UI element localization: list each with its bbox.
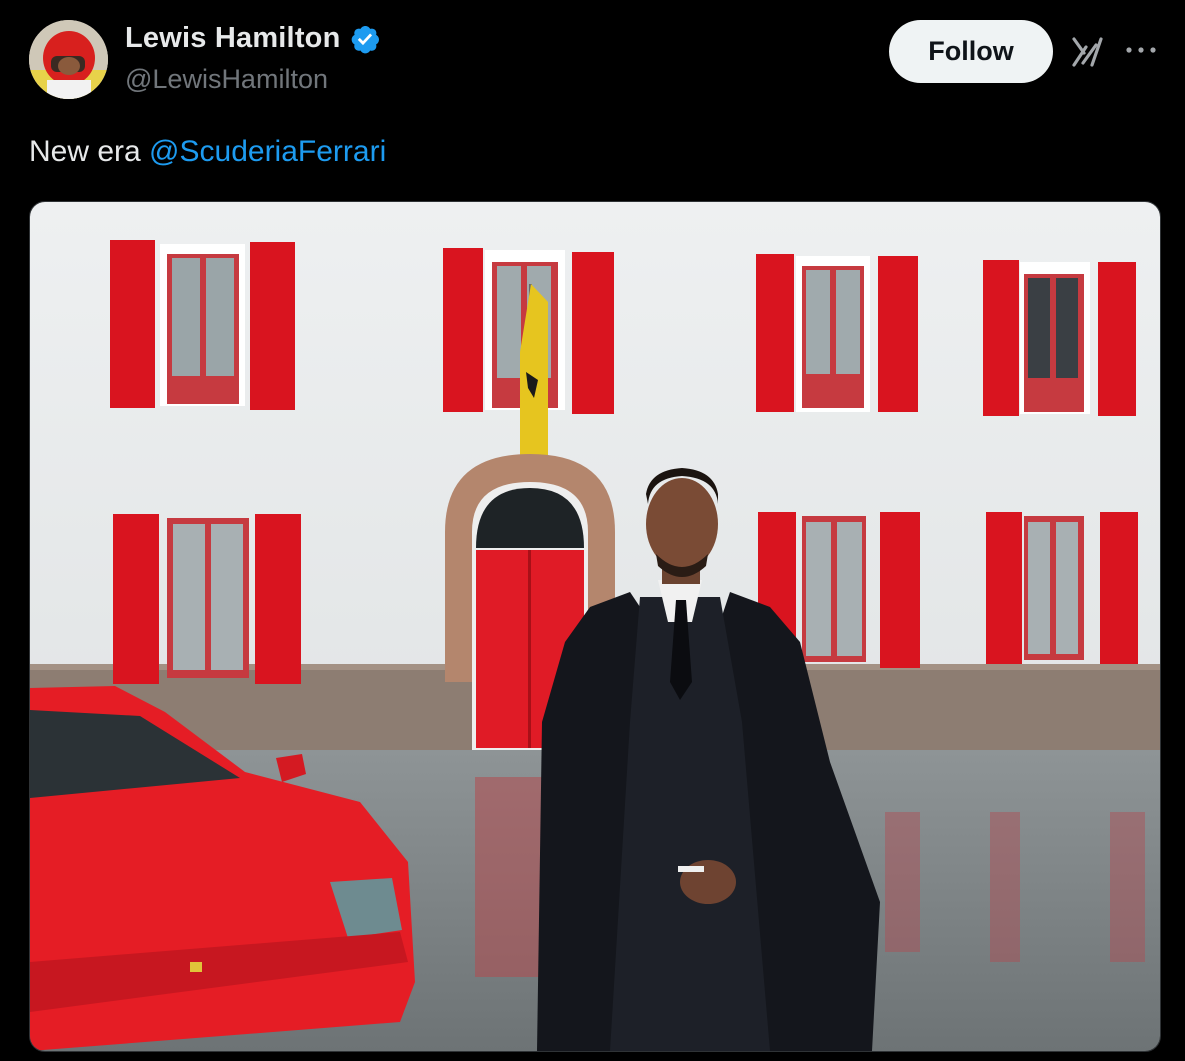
photo-illustration xyxy=(30,202,1160,1051)
tweet-media-photo[interactable] xyxy=(29,201,1161,1052)
handle[interactable]: @LewisHamilton xyxy=(125,64,328,95)
display-name[interactable]: Lewis Hamilton xyxy=(125,22,341,55)
grok-icon[interactable] xyxy=(1070,33,1106,69)
verified-badge-icon xyxy=(351,25,379,53)
avatar[interactable] xyxy=(29,20,108,99)
tweet-text-body: New era xyxy=(29,135,150,168)
more-options-icon[interactable] xyxy=(1124,40,1158,60)
avatar-image xyxy=(29,20,108,99)
follow-button[interactable]: Follow xyxy=(889,20,1053,83)
author-name-row[interactable]: Lewis Hamilton xyxy=(125,22,381,55)
mention-link[interactable]: @ScuderiaFerrari xyxy=(149,135,386,168)
tweet-text: New era @ScuderiaFerrari xyxy=(29,135,386,169)
